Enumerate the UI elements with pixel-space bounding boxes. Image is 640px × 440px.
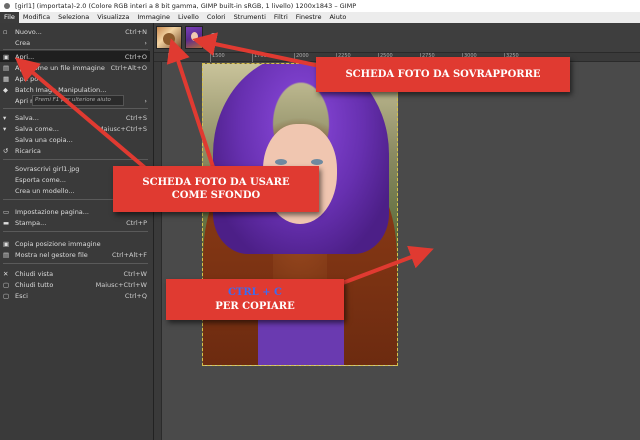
menu-tooltip: Premi F1 per ulteriore aiuto xyxy=(32,95,124,106)
copy-location-icon: ▣ xyxy=(3,239,10,248)
new-document-icon: ▫ xyxy=(3,27,8,36)
menu-filtri[interactable]: Filtri xyxy=(270,12,292,23)
menu-item-salva[interactable]: ▾ Salva... Ctrl+S xyxy=(0,112,150,123)
annotation-copy: CTRL + C PER COPIARE xyxy=(166,279,344,320)
annotation-background-line1: SCHEDA FOTO DA USARE xyxy=(142,176,290,188)
close-tab-icon[interactable]: × xyxy=(210,33,217,40)
menu-item-gestore-file[interactable]: ▤ Mostra nel gestore file Ctrl+Alt+F xyxy=(0,249,150,260)
vertical-ruler xyxy=(154,62,162,440)
annotation-overlay-tab: SCHEDA FOTO DA SOVRAPPORRE xyxy=(316,57,570,92)
menu-item-salva-copia[interactable]: Salva una copia... xyxy=(0,134,150,145)
menu-separator xyxy=(3,231,148,232)
menu-strumenti[interactable]: Strumenti xyxy=(230,12,270,23)
annotation-copy-line2: PER COPIARE xyxy=(215,300,295,312)
ruler-mark: 2000 xyxy=(294,53,309,62)
save-as-icon: ▾ xyxy=(3,124,7,133)
file-menu: ▫ Nuovo... Ctrl+N Crea › ▣ Apri... Ctrl+O ▤ Ap… xyxy=(0,23,154,440)
menu-item-salva-come[interactable]: ▾ Salva come... Maiusc+Ctrl+S xyxy=(0,123,150,134)
menu-item-esci[interactable]: ▢ Esci Ctrl+Q xyxy=(0,290,150,301)
quit-icon: ▢ xyxy=(3,291,10,300)
menu-item-batch[interactable]: ◆ Batch Image Manipulation... xyxy=(0,84,150,95)
image-canvas-photo[interactable] xyxy=(202,63,398,366)
menu-item-apri-posizione[interactable]: ▦ Apri po xyxy=(0,73,150,84)
image-tab-overlay[interactable] xyxy=(185,26,203,49)
menu-item-copia-posizione[interactable]: ▣ Copia posizione immagine xyxy=(0,238,150,249)
menu-item-crea[interactable]: Crea › xyxy=(0,37,150,48)
menu-seleziona[interactable]: Seleziona xyxy=(54,12,93,23)
annotation-background-tab: SCHEDA FOTO DA USARE COME SFONDO xyxy=(113,166,319,212)
ruler-mark: 1250 xyxy=(168,53,183,62)
menu-item-nuovo[interactable]: ▫ Nuovo... Ctrl+N xyxy=(0,26,150,37)
menu-separator xyxy=(3,49,148,50)
image-tabs: × xyxy=(154,23,640,53)
menu-separator xyxy=(3,159,148,160)
close-all-icon: ▢ xyxy=(3,280,10,289)
menu-separator xyxy=(3,108,148,109)
right-eye xyxy=(311,159,323,165)
print-icon: ▬ xyxy=(3,218,10,227)
menu-colori[interactable]: Colori xyxy=(203,12,230,23)
window-titlebar: [girl1] (importata)-2.0 (Colore RGB inte… xyxy=(0,0,640,12)
batch-icon: ◆ xyxy=(3,85,8,94)
menu-file[interactable]: File xyxy=(0,12,19,23)
ruler-mark: 1500 xyxy=(210,53,225,62)
open-icon: ▣ xyxy=(3,52,10,61)
menu-item-apri[interactable]: ▣ Apri... Ctrl+O xyxy=(0,51,150,62)
left-eye xyxy=(275,159,287,165)
file-manager-icon: ▤ xyxy=(3,250,10,259)
open-location-icon: ▦ xyxy=(3,74,10,83)
save-icon: ▾ xyxy=(3,113,7,122)
menu-item-chiudi-tutto[interactable]: ▢ Chiudi tutto Maiusc+Ctrl+W xyxy=(0,279,150,290)
menu-bar: File Modifica Seleziona Visualizza Immag… xyxy=(0,12,640,23)
menu-separator xyxy=(3,263,148,264)
annotation-background-line2: COME SFONDO xyxy=(171,190,261,201)
menu-finestre[interactable]: Finestre xyxy=(292,12,326,23)
menu-item-apri-come[interactable]: ▤ Apri come un file immagine Ctrl+Alt+O xyxy=(0,62,150,73)
ruler-mark: 1750 xyxy=(252,53,267,62)
menu-aiuto[interactable]: Aiuto xyxy=(325,12,350,23)
gimp-app-icon xyxy=(3,2,11,10)
menu-item-chiudi-vista[interactable]: ✕ Chiudi vista Ctrl+W xyxy=(0,268,150,279)
image-tab-background[interactable] xyxy=(156,26,182,49)
open-layers-icon: ▤ xyxy=(3,63,10,72)
menu-modifica[interactable]: Modifica xyxy=(19,12,54,23)
annotation-shortcut: CTRL + C xyxy=(227,287,283,298)
menu-visualizza[interactable]: Visualizza xyxy=(93,12,133,23)
revert-icon: ↺ xyxy=(3,146,9,155)
close-view-icon: ✕ xyxy=(3,269,9,278)
menu-livello[interactable]: Livello xyxy=(174,12,203,23)
window-title: [girl1] (importata)-2.0 (Colore RGB inte… xyxy=(15,2,357,10)
menu-item-stampa[interactable]: ▬ Stampa... Ctrl+P xyxy=(0,217,150,228)
page-setup-icon: ▭ xyxy=(3,207,10,216)
menu-immagine[interactable]: Immagine xyxy=(133,12,174,23)
menu-item-ricarica[interactable]: ↺ Ricarica xyxy=(0,145,150,156)
